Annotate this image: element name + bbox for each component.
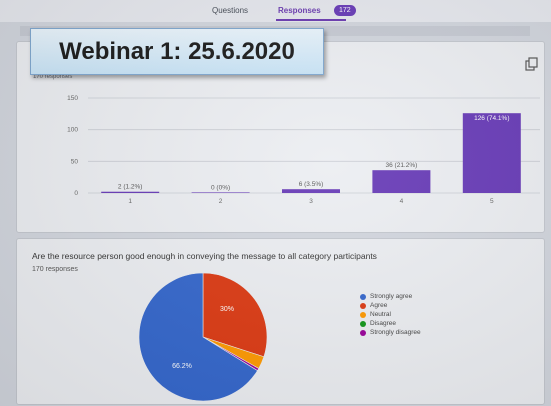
legend-label: Strongly agree bbox=[370, 293, 413, 300]
legend-label: Disagree bbox=[370, 320, 397, 327]
webinar-title-banner: Webinar 1: 25.6.2020 bbox=[30, 28, 324, 75]
pie-slice-label: 66.2% bbox=[172, 363, 192, 370]
legend-swatch bbox=[360, 330, 366, 336]
legend-swatch bbox=[360, 303, 366, 309]
pie-slice-label: 30% bbox=[220, 306, 234, 313]
legend-label: Strongly disagree bbox=[370, 329, 421, 336]
legend-swatch bbox=[360, 294, 366, 300]
legend-label: Agree bbox=[370, 302, 388, 309]
legend-label: Neutral bbox=[370, 311, 391, 318]
webinar-title: Webinar 1: 25.6.2020 bbox=[59, 38, 295, 65]
legend-swatch bbox=[360, 321, 366, 327]
legend-swatch bbox=[360, 312, 366, 318]
